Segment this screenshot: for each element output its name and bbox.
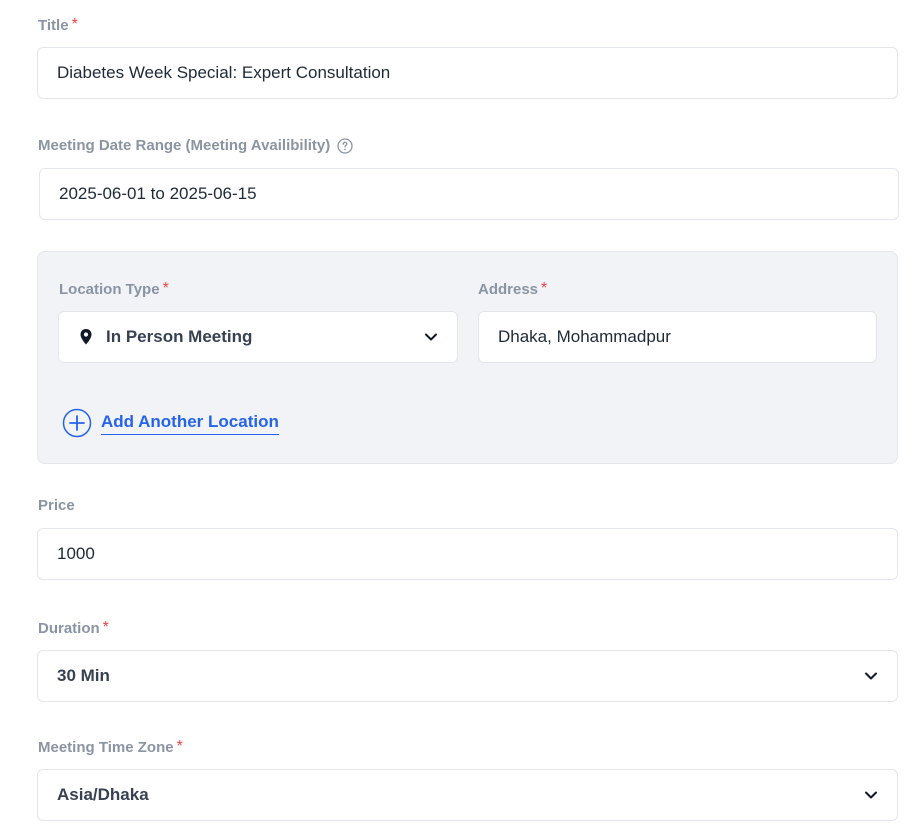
date-range-input[interactable] bbox=[59, 184, 898, 204]
chevron-down-icon[interactable] bbox=[863, 787, 879, 803]
price-input[interactable] bbox=[57, 544, 897, 564]
timezone-label-text: Meeting Time Zone bbox=[38, 738, 174, 756]
location-type-value: In Person Meeting bbox=[106, 327, 253, 346]
date-range-label: Meeting Date Range (Meeting Availibility… bbox=[38, 137, 353, 154]
address-input[interactable] bbox=[498, 327, 876, 347]
price-field[interactable] bbox=[37, 528, 898, 580]
title-input[interactable] bbox=[57, 63, 897, 83]
chevron-down-icon[interactable] bbox=[863, 668, 879, 684]
timezone-label: Meeting Time Zone * bbox=[38, 738, 183, 756]
required-asterisk: * bbox=[71, 16, 78, 33]
location-type-select[interactable]: In Person Meeting bbox=[58, 311, 458, 363]
address-label-text: Address bbox=[478, 280, 539, 298]
timezone-value: Asia/Dhaka bbox=[57, 785, 149, 804]
question-circle-icon[interactable] bbox=[337, 137, 353, 154]
required-asterisk: * bbox=[162, 280, 169, 297]
duration-label: Duration * bbox=[38, 619, 109, 637]
duration-select[interactable]: 30 Min bbox=[37, 650, 898, 702]
price-label-text: Price bbox=[38, 497, 75, 514]
duration-label-text: Duration bbox=[38, 619, 100, 637]
plus-circle-icon bbox=[62, 408, 92, 438]
required-asterisk: * bbox=[176, 738, 183, 755]
add-another-location-button[interactable]: Add Another Location bbox=[62, 408, 279, 438]
add-another-location-label[interactable]: Add Another Location bbox=[101, 412, 279, 435]
location-type-label-text: Location Type bbox=[59, 280, 160, 298]
meeting-form: Title * Meeting Date Range (Meeting Avai… bbox=[0, 0, 920, 836]
title-label: Title * bbox=[38, 16, 78, 34]
price-label: Price bbox=[38, 497, 75, 514]
timezone-select[interactable]: Asia/Dhaka bbox=[37, 769, 898, 821]
title-label-text: Title bbox=[38, 16, 69, 34]
chevron-down-icon[interactable] bbox=[423, 329, 439, 345]
address-field[interactable] bbox=[478, 311, 877, 363]
date-range-field[interactable] bbox=[39, 168, 899, 220]
duration-value: 30 Min bbox=[57, 666, 110, 685]
location-type-label: Location Type * bbox=[59, 280, 169, 298]
date-range-label-text: Meeting Date Range (Meeting Availibility… bbox=[38, 137, 331, 154]
required-asterisk: * bbox=[102, 619, 109, 636]
address-label: Address * bbox=[478, 280, 547, 298]
title-field[interactable] bbox=[37, 47, 898, 99]
map-pin-icon bbox=[78, 328, 94, 346]
required-asterisk: * bbox=[541, 280, 548, 297]
